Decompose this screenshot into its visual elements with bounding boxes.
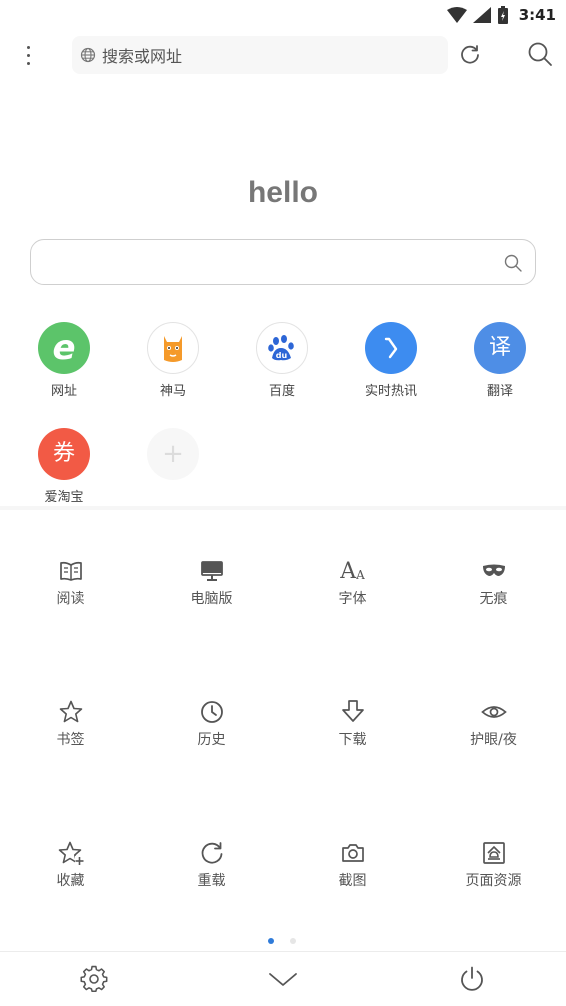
download-icon <box>341 700 364 722</box>
menu-item-label: 页面资源 <box>465 873 522 889</box>
refresh-icon <box>461 45 479 64</box>
menu-item-label: 收藏 <box>56 873 85 889</box>
menu-panel: 阅读 电脑版 AA 字体 无痕 书签 历史 下载 护眼/夜 收藏 重载 截图 页… <box>0 506 566 1006</box>
dot-icon <box>26 53 30 57</box>
baidu-paw-icon: du <box>256 322 308 374</box>
reload-icon <box>201 842 222 864</box>
menu-item-label: 电脑版 <box>190 591 233 607</box>
more-menu-button[interactable] <box>14 40 42 70</box>
menu-item-bookmarks[interactable]: 书签 <box>0 699 141 749</box>
menu-item-label: 截图 <box>338 873 367 889</box>
clock-icon <box>200 701 223 723</box>
star-icon <box>59 700 82 723</box>
refresh-button[interactable] <box>456 40 484 68</box>
menu-item-eye-care[interactable]: 护眼/夜 <box>423 699 564 749</box>
desktop-icon <box>200 561 223 581</box>
eye-icon <box>480 706 507 718</box>
menu-item-download[interactable]: 下载 <box>282 699 423 749</box>
page-dot <box>290 938 296 944</box>
quick-link-add[interactable]: + <box>119 428 227 480</box>
quick-link-ai-taobao[interactable]: 券 爱淘宝 <box>10 428 118 505</box>
menu-item-reload[interactable]: 重载 <box>141 840 282 890</box>
font-icon: AA <box>340 558 365 584</box>
shenma-alpaca-icon <box>147 322 199 374</box>
page-dot-active <box>268 938 274 944</box>
quick-link-label: 网址 <box>50 384 77 399</box>
menu-item-label: 书签 <box>56 732 85 748</box>
collapse-menu-button[interactable] <box>268 964 298 994</box>
address-placeholder: 搜索或网址 <box>102 47 183 66</box>
battery-icon <box>497 6 508 24</box>
menu-item-label: 字体 <box>338 591 367 607</box>
menu-item-label: 无痕 <box>479 591 508 607</box>
menu-item-label: 阅读 <box>56 591 85 607</box>
coupon-icon: 券 <box>38 428 90 480</box>
book-icon <box>59 561 82 581</box>
menu-item-read[interactable]: 阅读 <box>0 558 141 608</box>
quick-link-label: 实时热讯 <box>364 384 417 399</box>
quick-link-label: 爱淘宝 <box>44 490 84 505</box>
menu-item-screenshot[interactable]: 截图 <box>282 840 423 890</box>
globe-icon <box>80 47 96 63</box>
svg-text:du: du <box>276 351 288 360</box>
search-icon <box>504 254 522 272</box>
quick-link-label: 百度 <box>268 384 295 399</box>
settings-button[interactable] <box>79 964 109 994</box>
gear-icon <box>80 965 108 993</box>
page-indicator <box>268 938 296 944</box>
menu-item-font[interactable]: AA 字体 <box>282 558 423 608</box>
quick-link-shenma[interactable]: 神马 <box>119 322 227 399</box>
quick-link-label: 神马 <box>159 384 186 399</box>
status-bar: 3:41 <box>0 0 566 30</box>
camera-icon <box>341 844 364 862</box>
search-button[interactable] <box>526 40 554 68</box>
menu-item-label: 下载 <box>338 732 367 748</box>
menu-item-incognito[interactable]: 无痕 <box>423 558 564 608</box>
quick-link-wangzhi[interactable]: e 网址 <box>10 322 118 399</box>
translate-icon: 译 <box>474 322 526 374</box>
dot-icon <box>26 61 30 65</box>
wifi-icon <box>446 7 467 23</box>
chevron-down-icon <box>269 973 297 986</box>
menu-item-history[interactable]: 历史 <box>141 699 282 749</box>
page-resource-icon <box>482 842 505 864</box>
address-bar[interactable]: 搜索或网址 <box>72 36 448 74</box>
top-toolbar: 搜索或网址 <box>0 34 566 76</box>
quick-link-translate[interactable]: 译 翻译 <box>446 322 554 399</box>
mask-icon <box>482 564 505 576</box>
search-icon <box>528 42 552 66</box>
quick-link-hot-news[interactable]: 实时热讯 <box>337 322 445 399</box>
bottom-bar <box>0 951 566 1006</box>
quick-link-label: 翻译 <box>486 384 513 399</box>
add-icon: + <box>147 428 199 480</box>
dot-icon <box>26 45 30 49</box>
quick-link-baidu[interactable]: du 百度 <box>228 322 336 399</box>
menu-item-label: 历史 <box>197 732 226 748</box>
menu-item-page-resources[interactable]: 页面资源 <box>423 840 564 890</box>
power-icon <box>461 966 483 991</box>
home-search-input[interactable] <box>30 239 536 285</box>
star-plus-icon <box>58 841 84 865</box>
e-icon: e <box>38 322 90 374</box>
arrow-icon <box>365 322 417 374</box>
signal-icon <box>472 7 491 23</box>
menu-item-favorite[interactable]: 收藏 <box>0 840 141 890</box>
menu-item-label: 重载 <box>197 873 226 889</box>
menu-item-desktop[interactable]: 电脑版 <box>141 558 282 608</box>
exit-button[interactable] <box>457 964 487 994</box>
status-time: 3:41 <box>518 6 556 24</box>
menu-item-label: 护眼/夜 <box>470 732 517 748</box>
home-greeting: hello <box>247 176 318 209</box>
